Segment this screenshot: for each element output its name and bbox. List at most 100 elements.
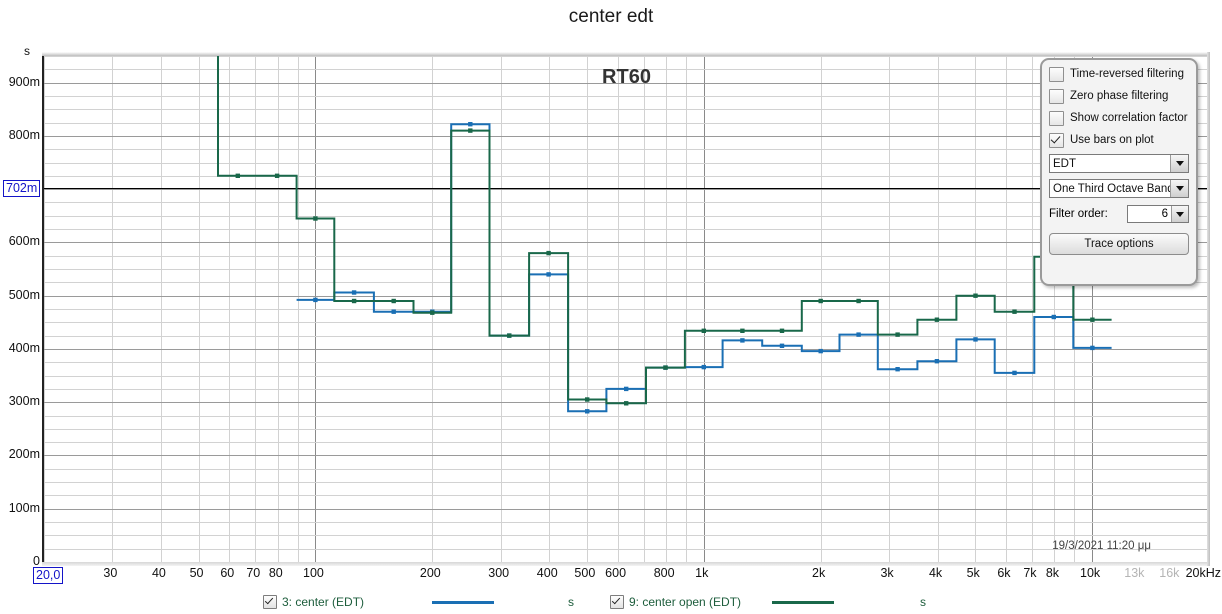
x-axis-tick-label: 200: [419, 566, 441, 580]
x-axis-tick-label: 40: [151, 566, 166, 580]
filter-order-stepper[interactable]: 6: [1127, 205, 1189, 223]
x-axis-tick-label: 6k: [997, 566, 1011, 580]
filter-order-label: Filter order:: [1049, 208, 1108, 220]
chevron-down-icon[interactable]: [1170, 180, 1188, 197]
data-point-marker: [624, 401, 629, 406]
legend-item[interactable]: 9: center open (EDT): [610, 595, 741, 609]
plot-right-border: [1207, 52, 1210, 566]
data-point-marker: [1012, 309, 1017, 314]
x-axis-tick-label: 80: [268, 566, 283, 580]
checkbox-use-bars-on-plot[interactable]: Use bars on plot: [1049, 132, 1189, 148]
x-axis-tick-label: 13k: [1124, 566, 1145, 580]
chevron-down-icon[interactable]: [1171, 206, 1188, 222]
chevron-down-icon[interactable]: [1170, 155, 1188, 172]
data-point-marker: [934, 359, 940, 364]
y-axis-tick-label: 900m: [8, 74, 40, 89]
checkbox-zero-phase-filtering[interactable]: Zero phase filtering: [1049, 88, 1189, 104]
legend-item[interactable]: 3: center (EDT): [263, 595, 364, 609]
checkbox-show-correlation-factor[interactable]: Show correlation factor: [1049, 110, 1189, 126]
legend-checkbox-icon[interactable]: [263, 595, 277, 609]
data-point-marker: [663, 365, 668, 370]
checkbox-label: Use bars on plot: [1070, 134, 1154, 146]
x-axis-tick-label: 7k: [1023, 566, 1037, 580]
y-axis-tick-label: 600m: [8, 234, 40, 249]
checkbox-time-reversed-filtering[interactable]: Time-reversed filtering: [1049, 66, 1189, 82]
data-point-marker: [235, 173, 240, 178]
data-point-marker: [391, 309, 396, 314]
data-point-marker: [546, 272, 551, 277]
legend-color-swatch: [772, 601, 834, 604]
y-cursor-readout[interactable]: 702m: [3, 180, 41, 198]
checkbox-label: Show correlation factor: [1070, 112, 1188, 124]
data-point-marker: [391, 298, 396, 304]
data-point-marker: [351, 298, 357, 304]
legend-label: 3: center (EDT): [282, 595, 365, 609]
x-axis-tick-label: 30: [103, 566, 118, 580]
parameter-select[interactable]: EDT: [1049, 154, 1189, 173]
series-center: [296, 122, 1112, 414]
x-axis-tick-label: 5k: [966, 566, 980, 580]
checkbox-label: Zero phase filtering: [1070, 90, 1169, 102]
data-point-marker: [430, 310, 435, 315]
x-axis-tick-label: 400: [536, 566, 558, 580]
filter-order-value: 6: [1161, 208, 1168, 220]
x-axis-tick-label: 800: [653, 566, 675, 580]
x-axis-tick-label: 8k: [1045, 566, 1060, 580]
y-axis-tick-label: 300m: [8, 394, 40, 409]
parameter-select-value: EDT: [1053, 158, 1076, 170]
legend-unit: s: [920, 595, 926, 609]
data-point-marker: [973, 293, 978, 298]
legend-color-swatch: [432, 601, 494, 604]
x-axis-tick-label: 2k: [812, 566, 826, 580]
legend-checkbox-icon[interactable]: [610, 595, 624, 609]
x-axis-labels: 30 40 50 60 70 80 100 200 300 400 500 600 800 1k 2k 3k 4…: [0, 566, 1222, 586]
y-axis-tick-label: 100m: [8, 500, 40, 515]
x-axis-tick-label: 3k: [880, 566, 894, 580]
plot-container[interactable]: RT60 19/3/2021 11:20 μμ: [0, 44, 1222, 569]
bands-select[interactable]: One Third Octave Bands: [1049, 179, 1189, 198]
legend: 3: center (EDT) s 9: center open (EDT) s: [0, 590, 1222, 614]
data-point-marker: [1090, 345, 1095, 351]
rt60-control-panel[interactable]: Time-reversed filtering Zero phase filte…: [1040, 58, 1198, 286]
y-axis-tick-label: 200m: [8, 447, 40, 462]
checkbox-icon[interactable]: [1049, 66, 1064, 82]
x-axis-tick-label: 4k: [928, 566, 943, 580]
data-point-marker: [934, 317, 940, 322]
data-point-marker: [313, 297, 318, 303]
data-point-marker: [468, 128, 473, 133]
data-point-marker: [1090, 317, 1095, 322]
data-point-marker: [895, 367, 900, 372]
checkbox-icon[interactable]: [1049, 88, 1064, 104]
trace-options-button[interactable]: Trace options: [1049, 233, 1189, 255]
data-point-marker: [274, 173, 280, 178]
x-axis-tick-label: 300: [488, 566, 510, 580]
checkbox-icon[interactable]: [1049, 110, 1064, 126]
legend-label: 9: center open (EDT): [629, 595, 742, 609]
series-center-open: [217, 56, 1112, 406]
data-point-marker: [1051, 314, 1056, 320]
window-title: center edt: [568, 6, 654, 27]
checkbox-icon[interactable]: [1049, 132, 1064, 148]
data-point-marker: [818, 348, 823, 354]
x-axis-tick-label: 10k: [1080, 566, 1101, 580]
data-point-marker: [701, 364, 706, 370]
x-axis-tick-label: 100: [302, 566, 324, 580]
series-layer: [217, 56, 1112, 414]
data-point-marker: [507, 333, 512, 338]
data-point-marker: [546, 250, 551, 256]
x-axis-tick-label: 600: [605, 566, 627, 580]
y-axis-labels: 900m 800m 600m 500m 400m 300m 200m 100m 0: [0, 44, 40, 569]
data-point-marker: [1012, 370, 1017, 376]
data-point-marker: [818, 298, 823, 304]
data-point-marker: [351, 290, 357, 295]
data-point-marker: [585, 397, 590, 402]
x-axis-tick-label: 50: [189, 566, 204, 580]
checkbox-label: Time-reversed filtering: [1070, 68, 1184, 80]
data-point-marker: [779, 328, 785, 333]
data-point-marker: [624, 386, 629, 392]
x-cursor-readout[interactable]: 20,0: [33, 567, 64, 584]
y-axis-tick-label: 400m: [8, 340, 40, 355]
plot-canvas[interactable]: RT60 19/3/2021 11:20 μμ: [42, 56, 1207, 562]
bands-select-value: One Third Octave Bands: [1053, 183, 1170, 195]
data-point-marker: [740, 328, 745, 333]
